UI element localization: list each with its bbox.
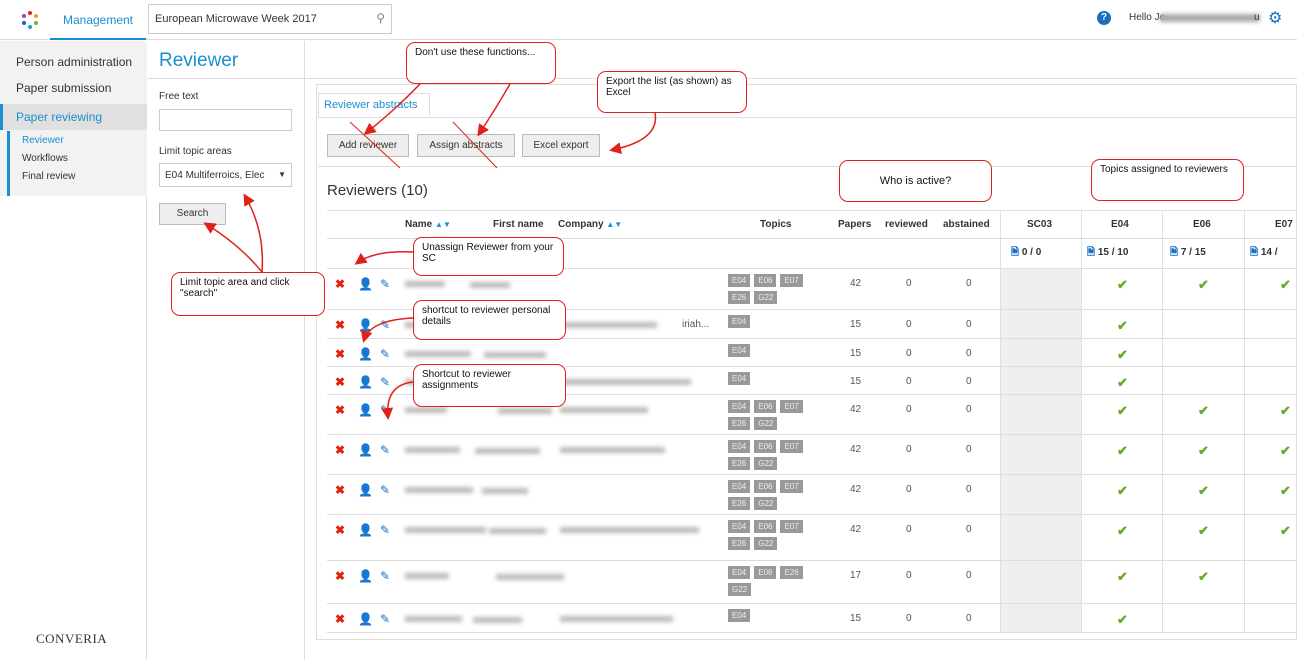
annotation-arrows (203, 83, 657, 420)
